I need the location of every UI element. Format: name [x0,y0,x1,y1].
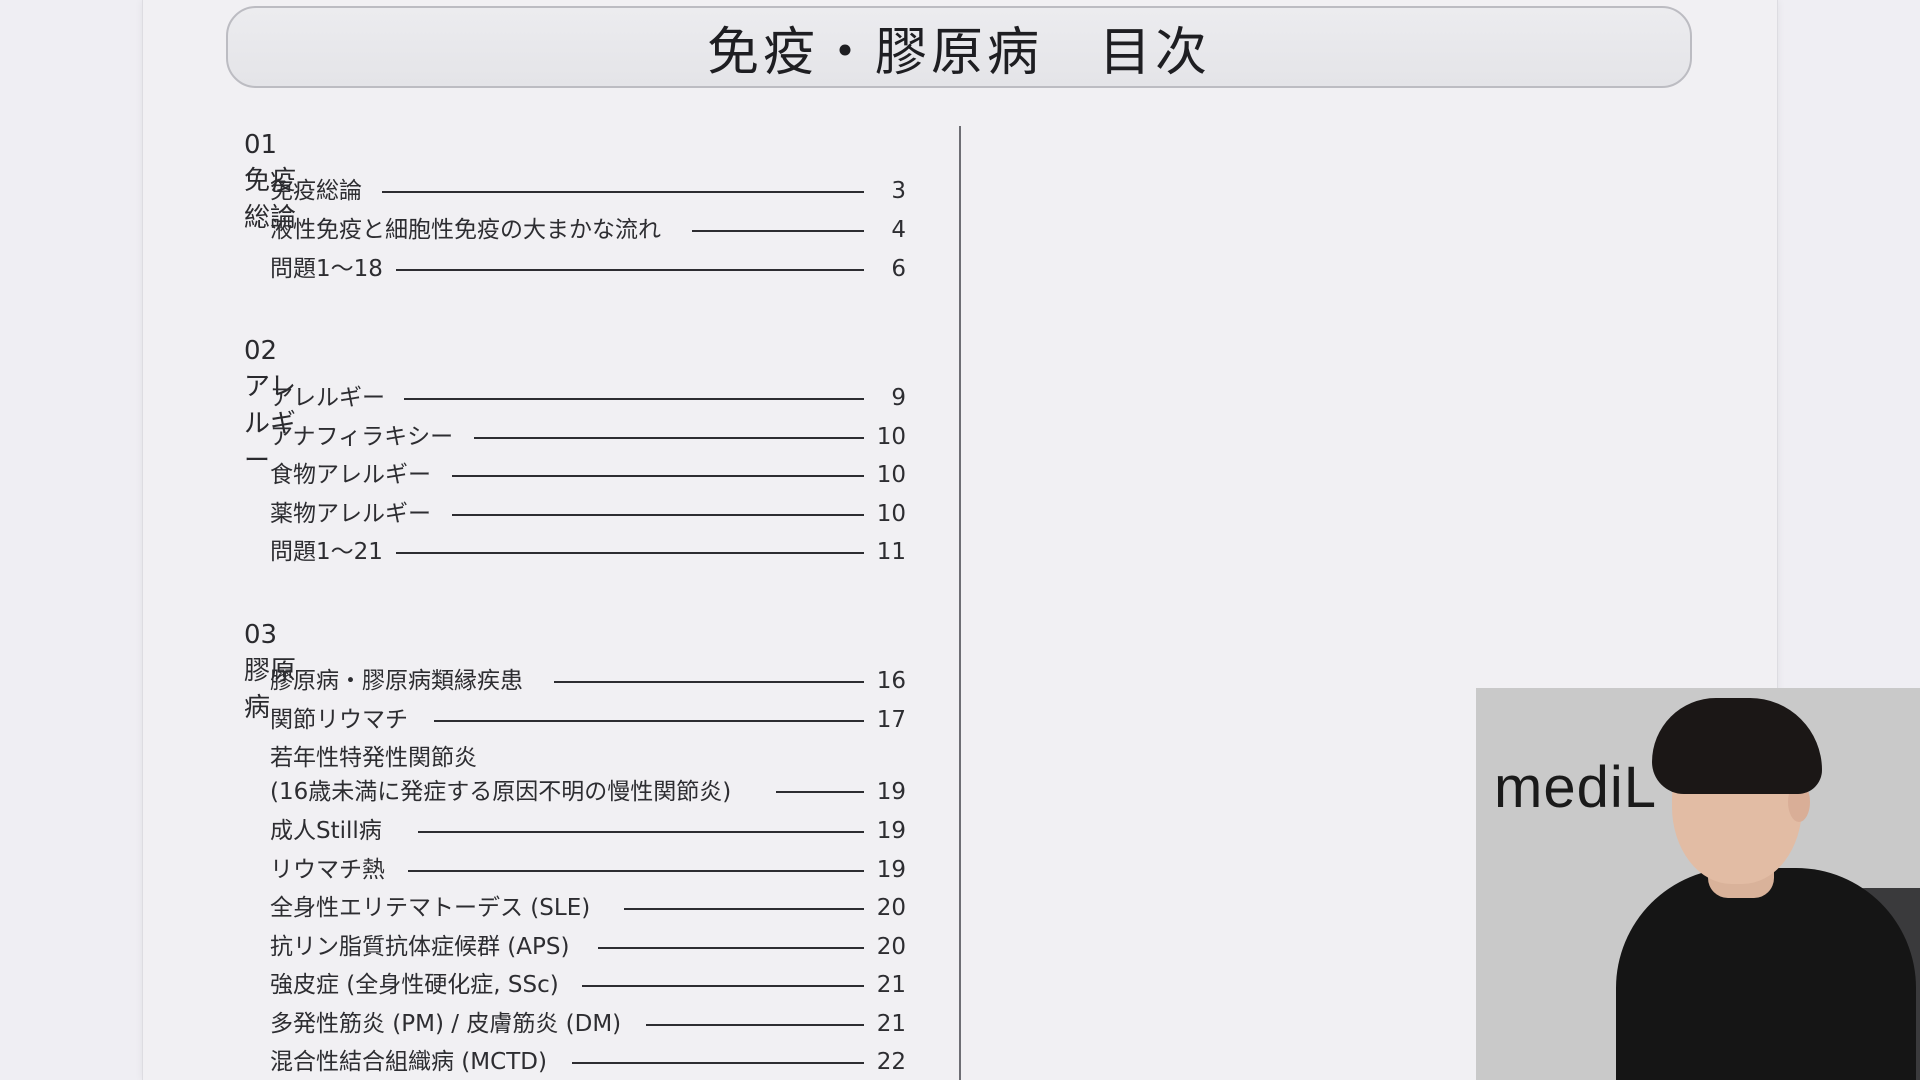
toc-entry[interactable]: 薬物アレルギー 10 [270,497,906,531]
toc-entry[interactable]: 問題1〜18 6 [270,252,906,286]
toc-page-number: 19 [876,818,906,844]
leader-line [474,437,864,439]
toc-page-number: 16 [876,668,906,694]
toc-entry-label: 問題1〜18 [270,256,383,282]
leader-line [554,681,864,683]
toc-page-number: 9 [891,385,906,411]
presenter-hair [1652,698,1822,794]
toc-entry[interactable]: 混合性結合組織病 (MCTD) 22 [270,1045,906,1079]
toc-entry-label: 問題1〜21 [270,539,383,565]
toc-entry[interactable]: アレルギー 9 [270,381,906,415]
toc-entry[interactable]: 若年性特発性関節炎 (16歳未満に発症する原因不明の慢性関節炎) 19 [270,741,906,811]
leader-line [582,985,864,987]
toc-page-number: 20 [876,934,906,960]
toc-entry-label: 薬物アレルギー [270,501,431,527]
toc-page-number: 4 [891,217,906,243]
toc-page-number: 11 [876,539,906,565]
toc-page-number: 21 [876,972,906,998]
leader-line [434,720,864,722]
toc-entry-label: 多発性筋炎 (PM) / 皮膚筋炎 (DM) [270,1011,622,1037]
toc-page-number: 22 [876,1049,906,1075]
section-number: 01 [244,130,278,160]
leader-line [692,230,864,232]
leader-line [418,831,864,833]
leader-line [776,791,864,793]
toc-entry-label: 混合性結合組織病 (MCTD) [270,1049,547,1075]
toc-entry-label: アレルギー [270,385,385,411]
toc-page-number: 19 [876,779,906,805]
section-number: 03 [244,620,278,650]
toc-entry-label: 全身性エリテマトーデス (SLE) [270,895,591,921]
medil-logo: mediL [1494,754,1657,821]
toc-entry-sublabel: (16歳未満に発症する原因不明の慢性関節炎) [270,779,732,805]
leader-line [452,475,864,477]
toc-entry-label: 若年性特発性関節炎 [270,745,477,771]
section-number: 02 [244,336,278,366]
toc-entry[interactable]: 抗リン脂質抗体症候群 (APS) 20 [270,930,906,964]
toc-page-number: 6 [891,256,906,282]
toc-entry[interactable]: 全身性エリテマトーデス (SLE) 20 [270,891,906,925]
toc-entry-label: 抗リン脂質抗体症候群 (APS) [270,934,570,960]
toc-entry[interactable]: 免疫総論 3 [270,174,906,208]
toc-entry[interactable]: 問題1〜21 11 [270,535,906,569]
leader-line [404,398,864,400]
leader-line [598,947,864,949]
toc-entry[interactable]: 成人Still病 19 [270,814,906,848]
leader-line [396,269,864,271]
toc-page-number: 17 [876,707,906,733]
toc-entry[interactable]: 食物アレルギー 10 [270,458,906,492]
toc-title-banner: 免疫・膠原病 目次 [226,6,1692,88]
leader-line [382,191,864,193]
toc-entry-label: 免疫総論 [270,178,362,204]
toc-page-number: 10 [876,501,906,527]
toc-page-number: 10 [876,424,906,450]
toc-page-number: 20 [876,895,906,921]
webcam-overlay: mediL [1476,688,1920,1080]
page-title: 免疫・膠原病 目次 [706,22,1211,83]
toc-page-number: 19 [876,857,906,883]
toc-entry-label: 成人Still病 [270,818,382,844]
toc-page-number: 3 [891,178,906,204]
toc-entry-label: 食物アレルギー [270,462,431,488]
leader-line [396,552,864,554]
leader-line [572,1062,864,1064]
toc-entry-label: 強皮症 (全身性硬化症, SSc) [270,972,559,998]
leader-line [408,870,864,872]
logo-text: mediL [1494,755,1657,820]
leader-line [646,1024,864,1026]
toc-entry[interactable]: 強皮症 (全身性硬化症, SSc) 21 [270,968,906,1002]
toc-entry-label: 関節リウマチ [270,707,408,733]
toc-entry-label: 膠原病・膠原病類縁疾患 [270,668,523,694]
leader-line [624,908,864,910]
toc-entry[interactable]: アナフィラキシー 10 [270,420,906,454]
toc-entry[interactable]: リウマチ熱 19 [270,853,906,887]
toc-entry[interactable]: 関節リウマチ 17 [270,703,906,737]
toc-page-number: 21 [876,1011,906,1037]
toc-entry[interactable]: 膠原病・膠原病類縁疾患 16 [270,664,906,698]
toc-entry-label: リウマチ熱 [270,857,385,883]
column-divider [959,126,961,1080]
toc-entry[interactable]: 液性免疫と細胞性免疫の大まかな流れ 4 [270,213,906,247]
toc-entry-label: アナフィラキシー [270,424,454,450]
toc-page-number: 10 [876,462,906,488]
toc-entry-label: 液性免疫と細胞性免疫の大まかな流れ [270,217,661,243]
presenter-torso [1616,868,1916,1080]
leader-line [452,514,864,516]
toc-entry[interactable]: 多発性筋炎 (PM) / 皮膚筋炎 (DM) 21 [270,1007,906,1041]
